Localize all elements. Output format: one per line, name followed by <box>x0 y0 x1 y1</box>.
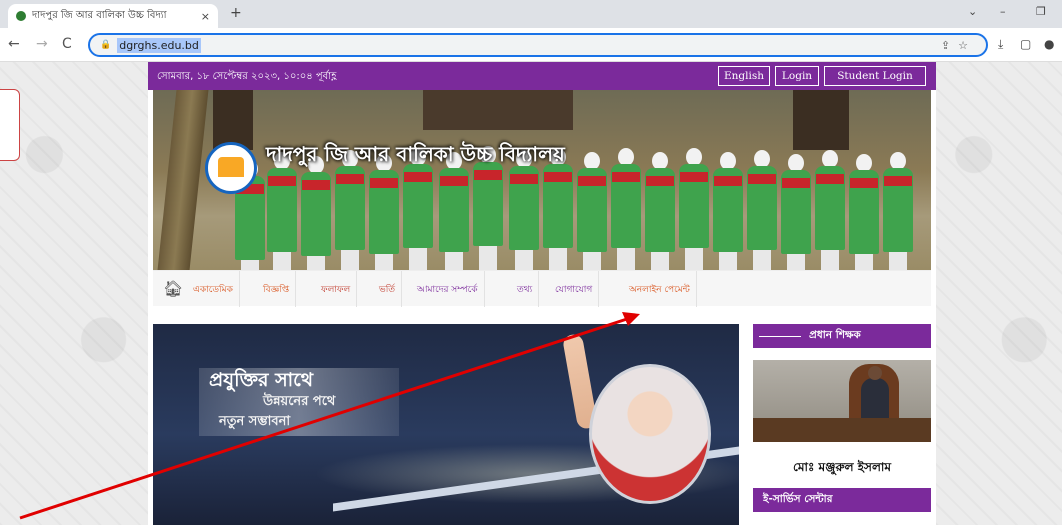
address-bar[interactable]: 🔒 dgrghs.edu.bd ⇪☆ <box>88 33 988 57</box>
nav-item-info[interactable]: তথ্য <box>511 271 540 307</box>
school-logo-icon <box>205 142 257 194</box>
site-favicon-icon <box>16 11 26 21</box>
head-teacher-heading: প্রধান শিক্ষক <box>753 324 931 348</box>
back-button[interactable]: ← <box>8 36 20 52</box>
school-name: দাদপুর জি আর বালিকা উচ্চ বিদ্যালয় <box>266 142 565 166</box>
right-sidebar: প্রধান শিক্ষক মোঃ মঞ্জুরুল ইসলাম ই-সার্ভ… <box>753 324 931 525</box>
portrait-circle-image <box>589 364 711 504</box>
eservice-heading: ই-সার্ভিস সেন্টার <box>753 488 931 512</box>
school-banner: দাদপুর জি আর বালিকা উচ্চ বিদ্যালয় <box>153 90 931 270</box>
browser-toolbar: ← → C 🔒 dgrghs.edu.bd ⇪☆ ⤓ ▢ ● <box>0 28 1062 62</box>
student-figure <box>609 148 643 270</box>
top-bar: সোমবার, ১৮ সেপ্টেম্বর ২০২৩, ১০:০৪ পূর্বা… <box>148 62 936 90</box>
page-viewport: সোমবার, ১৮ সেপ্টেম্বর ২০২৩, ১০:০৪ পূর্বা… <box>0 62 1062 525</box>
tab-search-chevron-icon[interactable]: ⌄ <box>968 5 977 18</box>
english-button[interactable]: English <box>718 66 770 86</box>
omnibox-action-icons[interactable]: ⇪☆ <box>941 39 976 52</box>
lock-icon[interactable]: 🔒 <box>100 40 111 50</box>
tab-title: দাদপুর জি আর বালিকা উচ্চ বিদ্যা <box>32 9 167 21</box>
heading-rule <box>759 335 801 337</box>
restore-button[interactable]: ❐ <box>1036 5 1046 18</box>
minimize-button[interactable]: – <box>1000 5 1006 18</box>
nav-item-result[interactable]: ফলাফল <box>315 271 358 307</box>
student-figure <box>677 148 711 270</box>
side-panel-icon[interactable]: ▢ <box>1020 37 1031 51</box>
nav-item-online-payment[interactable]: অনলাইন পেমেন্ট <box>623 271 697 307</box>
student-figure <box>299 156 333 270</box>
head-teacher-photo <box>753 360 931 442</box>
nav-item-about[interactable]: আমাদের সম্পর্কে <box>411 271 485 307</box>
nav-item-notice[interactable]: বিজ্ঞপ্তি <box>257 271 297 307</box>
nav-item-admission[interactable]: ভর্তি <box>373 271 403 307</box>
slogan-line-2: উন্নয়নের পথে <box>263 394 336 409</box>
student-login-button[interactable]: Student Login <box>824 66 926 86</box>
head-teacher-heading-text: প্রধান শিক্ষক <box>809 328 861 341</box>
download-icon[interactable]: ⤓ <box>998 37 1003 52</box>
student-figure <box>813 150 847 270</box>
browser-tab[interactable]: দাদপুর জি আর বালিকা উচ্চ বিদ্যা × <box>8 4 218 28</box>
eservice-heading-text: ই-সার্ভিস সেন্টার <box>763 492 833 505</box>
student-figure <box>711 152 745 270</box>
hero-slider[interactable]: প্রযুক্তির সাথে উন্নয়নের পথে নতুন সম্ভা… <box>153 324 739 525</box>
url-text[interactable]: dgrghs.edu.bd <box>117 37 201 53</box>
student-figure <box>779 154 813 270</box>
site-container: সোমবার, ১৮ সেপ্টেম্বর ২০২৩, ১০:০৪ পূর্বা… <box>148 62 936 525</box>
tab-close-icon[interactable]: × <box>201 10 210 23</box>
reload-button[interactable]: C <box>62 36 72 52</box>
student-figure <box>881 152 915 270</box>
student-figure <box>745 150 779 270</box>
current-date: সোমবার, ১৮ সেপ্টেম্বর ২০২৩, ১০:০৪ পূর্বা… <box>157 71 337 82</box>
student-figure <box>847 154 881 270</box>
home-icon[interactable]: 🏠︎ <box>163 279 183 298</box>
nav-item-contact[interactable]: যোগাযোগ <box>549 271 600 307</box>
student-figure <box>643 152 677 270</box>
banner-window <box>213 90 253 150</box>
nav-item-academic[interactable]: একাডেমিক <box>187 271 240 307</box>
new-tab-button[interactable]: + <box>230 5 242 21</box>
main-navigation: 🏠︎ একাডেমিক বিজ্ঞপ্তি ফলাফল ভর্তি আমাদের… <box>153 270 931 307</box>
right-background-pattern <box>936 62 1062 525</box>
browser-tab-bar: দাদপুর জি আর বালিকা উচ্চ বিদ্যা × + ⌄ – … <box>0 0 1062 28</box>
slogan-line-3: নতুন সম্ভাবনা <box>219 414 291 429</box>
head-teacher-name[interactable]: মোঃ মঞ্জুরুল ইসলাম <box>753 459 931 479</box>
profile-icon[interactable]: ● <box>1044 37 1054 51</box>
floating-side-card[interactable] <box>0 89 20 161</box>
banner-window <box>423 90 573 130</box>
login-button[interactable]: Login <box>775 66 819 86</box>
forward-button[interactable]: → <box>36 36 48 52</box>
left-background-pattern <box>0 62 148 525</box>
student-figure <box>575 152 609 270</box>
banner-window <box>793 90 849 150</box>
